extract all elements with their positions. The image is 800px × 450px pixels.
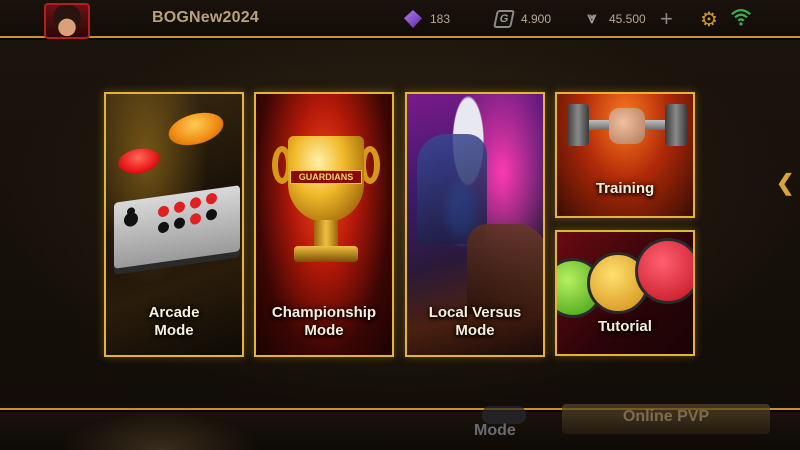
local-versus-mode-card[interactable]: Local Versus Mode: [405, 92, 545, 357]
training-card[interactable]: Training: [555, 92, 695, 218]
gear-icon[interactable]: ⚙: [700, 7, 718, 32]
coin-count: 4.900: [521, 12, 552, 26]
tutorial-label: Tutorial: [598, 318, 652, 335]
championship-mode-label: Championship Mode: [271, 304, 377, 339]
top-bar: BOGNew2024 183 G 4.900 ⩔ 45.500 + ⚙: [0, 0, 800, 39]
username: BOGNew2024: [152, 9, 259, 26]
online-pvp-button[interactable]: Online PVP: [562, 404, 770, 434]
gem-icon: [404, 10, 422, 28]
local-versus-mode-label: Local Versus Mode: [428, 304, 522, 339]
player-avatar[interactable]: [44, 3, 90, 39]
arcade-mode-label: Arcade Mode: [148, 304, 200, 339]
gem-count: 183: [430, 12, 451, 26]
coin-icon: G: [493, 10, 515, 28]
opponent-art: [467, 224, 543, 314]
credit-count: 45.500: [609, 12, 646, 26]
credit-counter: ⩔ 45.500: [583, 10, 646, 28]
championship-mode-card[interactable]: GUARDIANS Championship Mode: [254, 92, 394, 357]
background-character-art: [60, 412, 260, 450]
coin-counter: G 4.900: [493, 10, 552, 28]
orange-puck-art: [165, 107, 227, 151]
dumbbell-icon: [609, 108, 645, 144]
red-puck-art: [116, 145, 162, 177]
arcade-stick-art: [114, 185, 240, 269]
gem-counter: 183: [404, 10, 450, 28]
tutorial-card[interactable]: Tutorial: [555, 230, 695, 356]
wifi-icon: [731, 9, 751, 26]
arcade-mode-card[interactable]: Arcade Mode: [104, 92, 244, 357]
chevron-left-icon[interactable]: ❮: [776, 170, 794, 196]
trophy-banner: GUARDIANS: [290, 170, 362, 184]
training-label: Training: [595, 180, 655, 197]
wing-credit-icon: ⩔: [587, 10, 597, 27]
red-orb-icon: [635, 238, 693, 304]
add-currency-button[interactable]: +: [660, 6, 673, 32]
mode-label[interactable]: Mode: [474, 422, 516, 440]
